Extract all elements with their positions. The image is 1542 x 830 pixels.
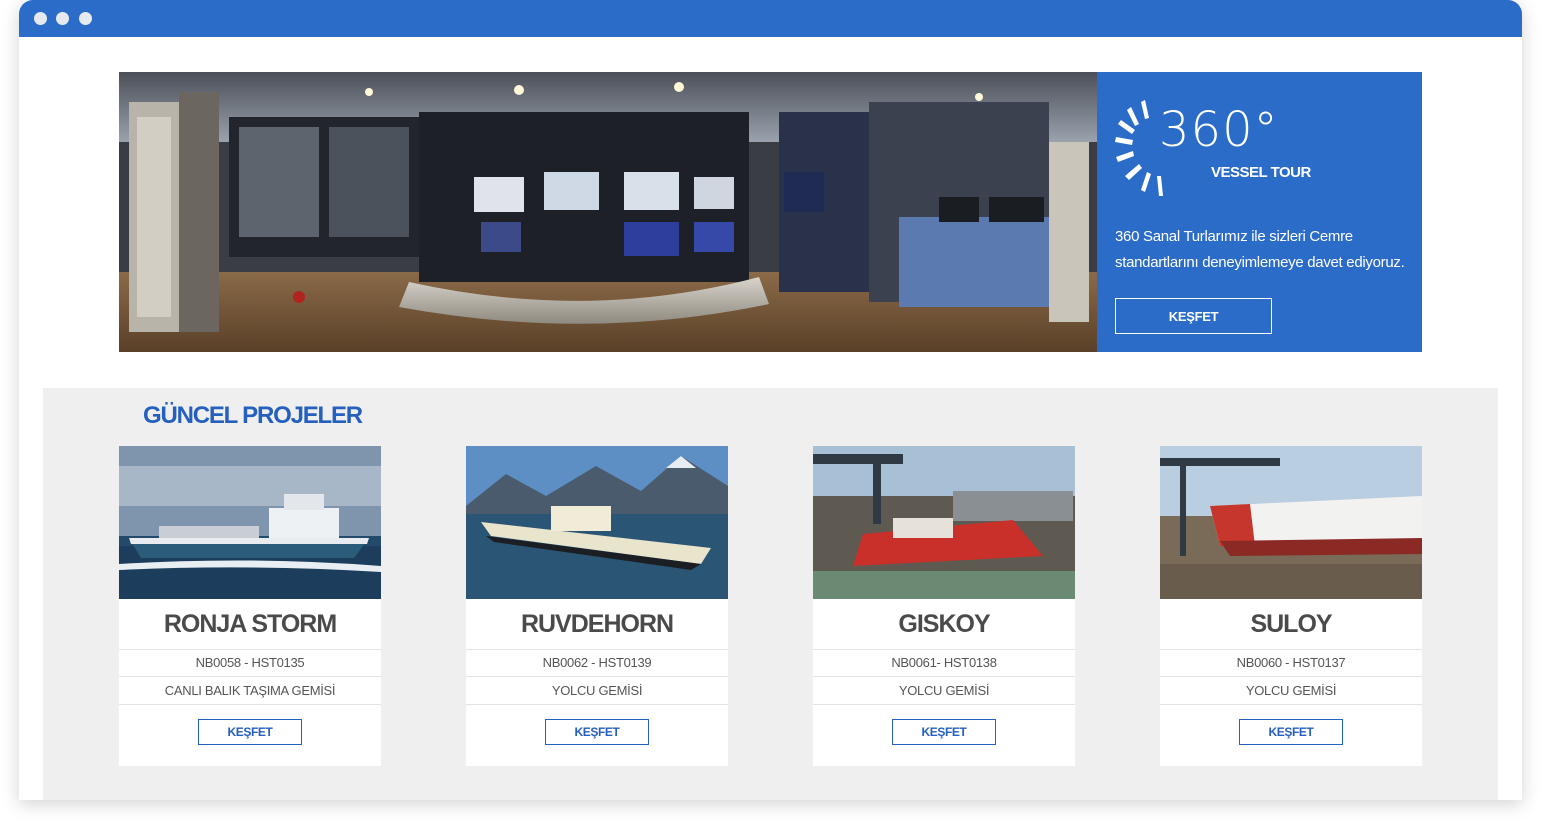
window-close-dot[interactable] (34, 12, 47, 25)
project-name: RONJA STORM (119, 599, 381, 650)
vessel-tour-description: 360 Sanal Turlarımız ile sizleri Cemre s… (1115, 228, 1405, 271)
control-room-panorama-image[interactable] (119, 72, 1097, 352)
project-explore-button[interactable]: KEŞFET (1239, 719, 1343, 745)
logo-360-text: 360° (1159, 102, 1279, 158)
logo-vessel-tour-text: VESSEL TOUR (1211, 164, 1311, 181)
project-name: GISKOY (813, 599, 1075, 650)
project-image[interactable] (466, 446, 728, 599)
project-code: NB0062 - HST0139 (466, 649, 728, 677)
project-code: NB0060 - HST0137 (1160, 649, 1422, 677)
project-explore-button[interactable]: KEŞFET (892, 719, 996, 745)
window-minimize-dot[interactable] (56, 12, 69, 25)
browser-window: 360° VESSEL TOUR 360 Sanal Turlarımız il… (19, 0, 1522, 800)
project-code: NB0061- HST0138 (813, 649, 1075, 677)
project-explore-button[interactable]: KEŞFET (545, 719, 649, 745)
project-explore-button[interactable]: KEŞFET (198, 719, 302, 745)
project-type: YOLCU GEMİSİ (813, 677, 1075, 705)
project-image[interactable] (119, 446, 381, 599)
project-type: CANLI BALIK TAŞIMA GEMİSİ (119, 677, 381, 705)
project-type: YOLCU GEMİSİ (1160, 677, 1422, 705)
project-card: GISKOY NB0061- HST0138 YOLCU GEMİSİ KEŞF… (813, 446, 1075, 766)
current-projects-section: GÜNCEL PROJELER RONJA STORM NB0058 - HST… (43, 388, 1498, 800)
section-title: GÜNCEL PROJELER (143, 402, 363, 429)
window-maximize-dot[interactable] (79, 12, 92, 25)
project-card: SULOY NB0060 - HST0137 YOLCU GEMİSİ KEŞF… (1160, 446, 1422, 766)
project-image[interactable] (813, 446, 1075, 599)
project-name: SULOY (1160, 599, 1422, 650)
project-name: RUVDEHORN (466, 599, 728, 650)
project-card: RONJA STORM NB0058 - HST0135 CANLI BALIK… (119, 446, 381, 766)
vessel-tour-banner: 360° VESSEL TOUR 360 Sanal Turlarımız il… (119, 72, 1422, 352)
project-image[interactable] (1160, 446, 1422, 599)
window-titlebar (19, 0, 1522, 37)
project-code: NB0058 - HST0135 (119, 649, 381, 677)
project-type: YOLCU GEMİSİ (466, 677, 728, 705)
vessel-tour-logo: 360° VESSEL TOUR (1115, 96, 1315, 196)
vessel-tour-explore-button[interactable]: KEŞFET (1115, 298, 1272, 334)
vessel-tour-panel: 360° VESSEL TOUR 360 Sanal Turlarımız il… (1097, 72, 1422, 352)
project-card: RUVDEHORN NB0062 - HST0139 YOLCU GEMİSİ … (466, 446, 728, 766)
